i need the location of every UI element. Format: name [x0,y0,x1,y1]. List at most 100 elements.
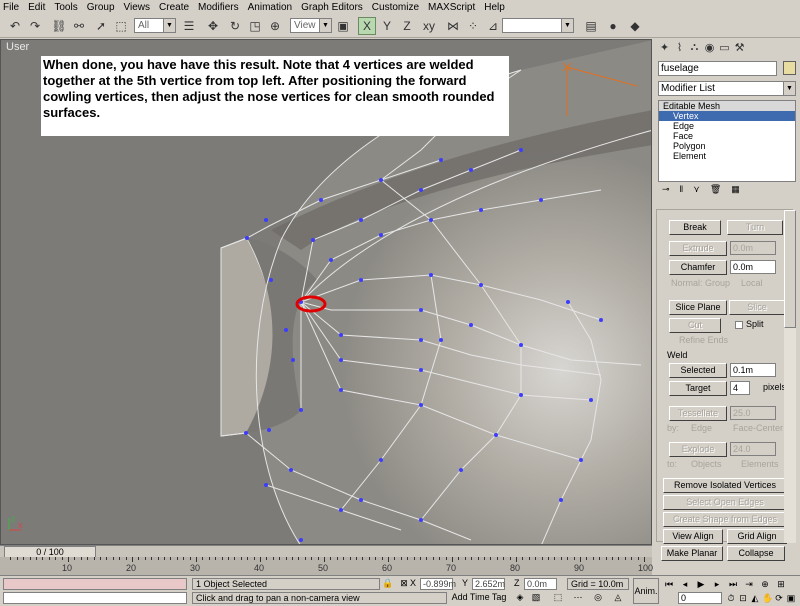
remove-isolated-vertices-button[interactable]: Remove Isolated Vertices [663,478,787,493]
x-coordinate-field[interactable]: -0.899m [420,578,456,590]
tessellate-amount[interactable]: 25.0 [730,406,776,420]
previous-frame-icon[interactable]: ◂ [678,578,692,590]
configure-sets-icon[interactable]: ▦ [731,184,740,198]
weld-selected-button[interactable]: Selected [669,363,727,378]
grid-align-button[interactable]: Grid Align [727,529,787,544]
weld-target-pixels[interactable]: 4 [730,381,750,395]
pan-icon[interactable]: ✋ [762,592,773,604]
degradation-override-icon[interactable]: ⬚ [552,592,564,604]
stack-item-element[interactable]: Element [659,151,795,161]
object-name-field[interactable]: fuselage [658,61,777,76]
remove-modifier-icon[interactable]: 🗑 [710,184,721,198]
refine-ends-checkbox[interactable]: Refine Ends [679,335,728,345]
time-slider-bar[interactable]: 0 / 100 [0,545,652,558]
array-icon[interactable]: ⁘ [464,17,482,35]
curve-editor-icon[interactable]: ▤ [582,17,600,35]
stack-item-face[interactable]: Face [659,131,795,141]
zoom-region-icon[interactable]: ⊡ [738,592,748,604]
absolute-mode-icon[interactable]: ⊠ [398,578,410,590]
select-open-edges-button[interactable]: Select Open Edges [663,495,787,510]
key-filters-icon[interactable]: ◈ [514,592,526,604]
menu-create[interactable]: Create [159,2,189,13]
objects-radio[interactable]: Objects [691,459,722,469]
y-coordinate-field[interactable]: 2.652m [472,578,505,590]
menu-animation[interactable]: Animation [248,2,292,13]
scrollbar-thumb[interactable] [784,210,796,328]
zoom-icon[interactable]: ⊕ [758,578,772,590]
face-center-radio[interactable]: Face-Center [733,423,783,433]
turn-button[interactable]: Turn [727,220,783,235]
create-shape-from-edges-button[interactable]: Create Shape from Edges [663,512,787,527]
z-constraint-icon[interactable]: Z [398,17,416,35]
menu-group[interactable]: Group [87,2,115,13]
tessellate-button[interactable]: Tessellate [669,406,727,421]
group-radio[interactable]: Group [705,278,730,288]
link-icon[interactable]: ⛓ [50,17,68,35]
pivot-icon[interactable]: ⊕ [266,17,284,35]
slice-plane-button[interactable]: Slice Plane [669,300,727,315]
cut-button[interactable]: Cut [669,318,721,333]
elements-radio[interactable]: Elements [741,459,779,469]
slice-button[interactable]: Slice [729,300,785,315]
chamfer-button[interactable]: Chamfer [669,260,727,275]
material-editor-icon[interactable]: ● [604,17,622,35]
selection-sets-icon[interactable]: ▧ [530,592,542,604]
stack-item-vertex[interactable]: Vertex [659,111,795,121]
unlink-icon[interactable]: ⚯ [70,17,88,35]
weld-target-button[interactable]: Target [669,381,727,396]
key-mode-icon[interactable]: ⇥ [742,578,756,590]
selection-filter-dropdown[interactable]: All ▼ [134,18,176,33]
viewport-label[interactable]: User [6,41,29,53]
explode-button[interactable]: Explode [669,442,727,457]
command-panel-scrollbar[interactable] [784,210,796,543]
snap-toggle-icon[interactable]: ◎ [592,592,604,604]
scale-icon[interactable]: ◳ [246,17,264,35]
zoom-all-icon[interactable]: ⊞ [774,578,788,590]
x-constraint-icon[interactable]: X [358,17,376,35]
go-to-start-icon[interactable]: ⏮ [662,578,676,590]
local-radio[interactable]: Local [741,278,763,288]
stack-item-editable-mesh[interactable]: Editable Mesh [659,101,795,111]
align-icon[interactable]: ⊿ [484,17,502,35]
make-unique-icon[interactable]: ⋎ [693,184,700,198]
edge-radio[interactable]: Edge [691,423,712,433]
animate-button[interactable]: Anim. [633,578,659,604]
rotate-icon[interactable]: ↻ [226,17,244,35]
move-icon[interactable]: ✥ [204,17,222,35]
user-viewport[interactable]: User When done, you have have this resul… [0,39,652,545]
redo-icon[interactable]: ↷ [26,17,44,35]
menu-graph-editors[interactable]: Graph Editors [301,2,363,13]
modify-tab-icon[interactable]: ⌇ [672,41,687,54]
menu-file[interactable]: File [3,2,19,13]
modifier-stack[interactable]: Editable Mesh Vertex Edge Face Polygon Elemen… [658,100,796,182]
arc-rotate-icon[interactable]: ⟳ [774,592,784,604]
view-align-button[interactable]: View Align [663,529,723,544]
use-center-icon[interactable]: ▣ [334,17,352,35]
extrude-amount[interactable]: 0.0m [730,241,776,255]
y-constraint-icon[interactable]: Y [378,17,396,35]
lock-selection-icon[interactable]: 🔒 [382,578,394,590]
xy-constraint-icon[interactable]: xy [420,17,438,35]
collapse-button[interactable]: Collapse [727,546,785,561]
track-bar[interactable]: 10 20 30 40 50 60 70 80 90 100 [0,557,653,575]
ref-coord-dropdown[interactable]: View ▼ [290,18,332,33]
next-frame-icon[interactable]: ▸ [710,578,724,590]
menu-tools[interactable]: Tools [54,2,77,13]
menu-help[interactable]: Help [484,2,505,13]
maxscript-listener-input[interactable] [3,592,187,604]
create-tab-icon[interactable]: ✦ [657,41,672,54]
go-to-end-icon[interactable]: ⏭ [726,578,740,590]
add-time-tag-button[interactable]: Add Time Tag [449,592,509,604]
fov-icon[interactable]: ◭ [750,592,760,604]
menu-views[interactable]: Views [124,2,151,13]
show-end-result-icon[interactable]: ‖ [680,184,684,198]
z-coordinate-field[interactable]: 0.0m [524,578,557,590]
display-tab-icon[interactable]: ▭ [717,41,732,54]
angle-snap-icon[interactable]: ◬ [612,592,624,604]
make-planar-button[interactable]: Make Planar [661,546,723,561]
hierarchy-tab-icon[interactable]: ⛬ [687,41,702,54]
explode-angle[interactable]: 24.0 [730,442,776,456]
select-by-name-icon[interactable]: ☰ [180,17,198,35]
region-select-icon[interactable]: ⬚ [112,17,130,35]
undo-icon[interactable]: ↶ [6,17,24,35]
